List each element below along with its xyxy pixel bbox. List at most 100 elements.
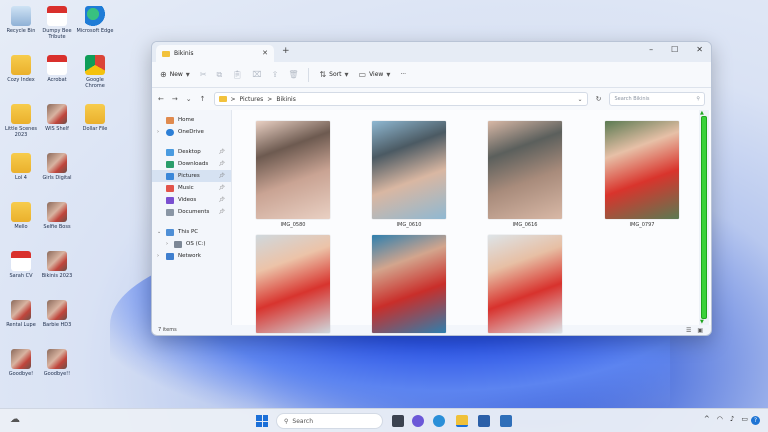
more-options-button[interactable]: ···: [400, 71, 406, 78]
computer-icon: [166, 228, 174, 236]
new-button[interactable]: ⊕ New ▾: [160, 70, 190, 79]
file-name[interactable]: IMG_0797: [605, 222, 679, 228]
volume-icon[interactable]: ♪: [730, 415, 734, 423]
tiles-view-icon[interactable]: ▣: [697, 327, 703, 334]
desktop-icon-item[interactable]: Acrobat: [38, 55, 76, 89]
desktop-icon-item[interactable]: Sarah CV: [2, 251, 40, 285]
nav-item-home[interactable]: Home: [152, 114, 231, 126]
desktop-icon-item[interactable]: Dollar File: [76, 104, 114, 138]
nav-item-downloads[interactable]: Downloads 📌︎: [152, 158, 231, 170]
nav-item-music[interactable]: Music 📌︎: [152, 182, 231, 194]
share-icon[interactable]: ⇪: [272, 70, 279, 79]
sort-label: Sort: [329, 71, 342, 78]
start-button[interactable]: [256, 415, 268, 427]
desktop-icon-item[interactable]: Cozy Index: [2, 55, 40, 89]
photo-icon: [11, 300, 31, 320]
sort-icon: ⇅: [319, 70, 327, 79]
desktop-icon-item[interactable]: Selfie Boss: [38, 202, 76, 236]
nav-item-desktop[interactable]: Desktop 📌︎: [152, 146, 231, 158]
nav-item-onedrive[interactable]: › OneDrive: [152, 126, 231, 138]
expand-chevron-icon[interactable]: ›: [157, 129, 159, 135]
search-input[interactable]: Search Bikinis ⚲: [609, 92, 705, 106]
desktop-icon-item[interactable]: Lol 4: [2, 153, 40, 187]
file-thumbnail[interactable]: [256, 235, 330, 333]
desktop-icon-item[interactable]: Girls Digital: [38, 153, 76, 187]
nav-label: Pictures: [178, 173, 200, 179]
file-thumbnail[interactable]: [372, 121, 446, 219]
desktop-icon-item[interactable]: Barbie HD3: [38, 300, 76, 334]
rename-icon[interactable]: ⌧: [252, 70, 261, 79]
desktop-icon-item[interactable]: Dumpy Bee Tribute: [38, 6, 76, 40]
desktop-icon-item[interactable]: Goodbye!: [2, 349, 40, 383]
desktop-icon-item[interactable]: Google Chrome: [76, 55, 114, 89]
desktop-icon-label: Goodbye!!: [43, 371, 71, 377]
nav-item-network[interactable]: › Network: [152, 250, 231, 262]
expand-chevron-icon[interactable]: ›: [166, 241, 168, 247]
chat-icon[interactable]: [412, 415, 424, 427]
desktop-icon-item[interactable]: Bikinis 2023: [38, 251, 76, 285]
taskbar-search[interactable]: ⚲ Search: [276, 413, 383, 429]
vertical-scrollbar[interactable]: ▲ ▼: [699, 110, 709, 325]
file-thumbnail[interactable]: [372, 235, 446, 333]
refresh-icon[interactable]: ↻: [596, 95, 602, 103]
forward-arrow-icon[interactable]: →: [172, 95, 178, 103]
breadcrumb-bikinis[interactable]: Bikinis: [276, 96, 296, 103]
desktop-icon-item[interactable]: Rental Lupe: [2, 300, 40, 334]
file-thumbnail[interactable]: [488, 235, 562, 333]
search-icon: ⚲: [284, 417, 289, 425]
file-name[interactable]: IMG_0580: [256, 222, 330, 228]
new-tab-icon[interactable]: +: [282, 46, 290, 56]
battery-icon[interactable]: ▭: [741, 415, 748, 423]
details-view-icon[interactable]: ☰: [686, 327, 691, 334]
address-bar[interactable]: > Pictures > Bikinis ⌄: [213, 92, 588, 106]
mail-icon[interactable]: [500, 415, 512, 427]
chevron-up-icon[interactable]: ^: [704, 415, 710, 423]
task-view-icon[interactable]: [392, 415, 404, 427]
nav-item-os-drive[interactable]: › OS (C:): [152, 238, 231, 250]
cut-icon[interactable]: ✂: [200, 70, 207, 79]
desktop-icon-item[interactable]: Mello: [2, 202, 40, 236]
store-icon[interactable]: [478, 415, 490, 427]
address-dropdown-icon[interactable]: ⌄: [578, 96, 583, 103]
scrollbar-thumb[interactable]: [701, 116, 707, 319]
nav-item-this-pc[interactable]: ⌄ This PC: [152, 226, 231, 238]
desktop-icon-item[interactable]: Recycle Bin: [2, 6, 40, 40]
edge-icon[interactable]: [433, 415, 445, 427]
delete-icon[interactable]: 🗑︎: [288, 70, 298, 79]
nav-item-pictures[interactable]: Pictures 📌︎: [152, 170, 231, 182]
widgets-icon[interactable]: ☁: [10, 414, 20, 425]
view-button[interactable]: ▭ View ▾: [359, 70, 391, 79]
collapse-chevron-icon[interactable]: ⌄: [157, 229, 161, 235]
file-thumbnail[interactable]: [488, 121, 562, 219]
close-icon[interactable]: ✕: [696, 45, 703, 54]
file-thumbnail[interactable]: [605, 121, 679, 219]
maximize-icon[interactable]: ☐: [671, 45, 678, 54]
notification-icon[interactable]: ?: [751, 416, 760, 425]
paste-icon[interactable]: 📋︎: [232, 70, 242, 79]
sort-button[interactable]: ⇅ Sort ▾: [319, 70, 348, 79]
tab-bikinis[interactable]: Bikinis ✕: [156, 45, 274, 62]
minimize-icon[interactable]: –: [649, 45, 653, 54]
file-explorer-icon[interactable]: [456, 415, 468, 427]
nav-item-videos[interactable]: Videos 📌︎: [152, 194, 231, 206]
desktop-icon-item[interactable]: Little Scenes 2023: [2, 104, 40, 138]
file-name[interactable]: IMG_0616: [488, 222, 562, 228]
tab-close-icon[interactable]: ✕: [262, 49, 268, 57]
recent-chevron-icon[interactable]: ⌄: [186, 95, 192, 103]
desktop-icon-item[interactable]: Goodbye!!: [38, 349, 76, 383]
breadcrumb-separator: >: [267, 95, 273, 103]
wifi-icon[interactable]: ◠: [717, 415, 723, 423]
home-icon: [166, 116, 174, 124]
file-name[interactable]: IMG_0610: [372, 222, 446, 228]
nav-item-documents[interactable]: Documents 📌︎: [152, 206, 231, 218]
pin-icon: 📌︎: [218, 209, 225, 215]
back-arrow-icon[interactable]: ←: [158, 95, 164, 103]
desktop-icon-label: Sarah CV: [9, 273, 33, 279]
desktop-icon-item[interactable]: WIS Shelf: [38, 104, 76, 138]
desktop-icon-item[interactable]: Microsoft Edge: [76, 6, 114, 40]
copy-icon[interactable]: ⧉: [217, 70, 223, 80]
expand-chevron-icon[interactable]: ›: [157, 253, 159, 259]
up-arrow-icon[interactable]: ↑: [200, 95, 206, 103]
breadcrumb-pictures[interactable]: Pictures: [240, 96, 264, 103]
file-thumbnail[interactable]: [256, 121, 330, 219]
